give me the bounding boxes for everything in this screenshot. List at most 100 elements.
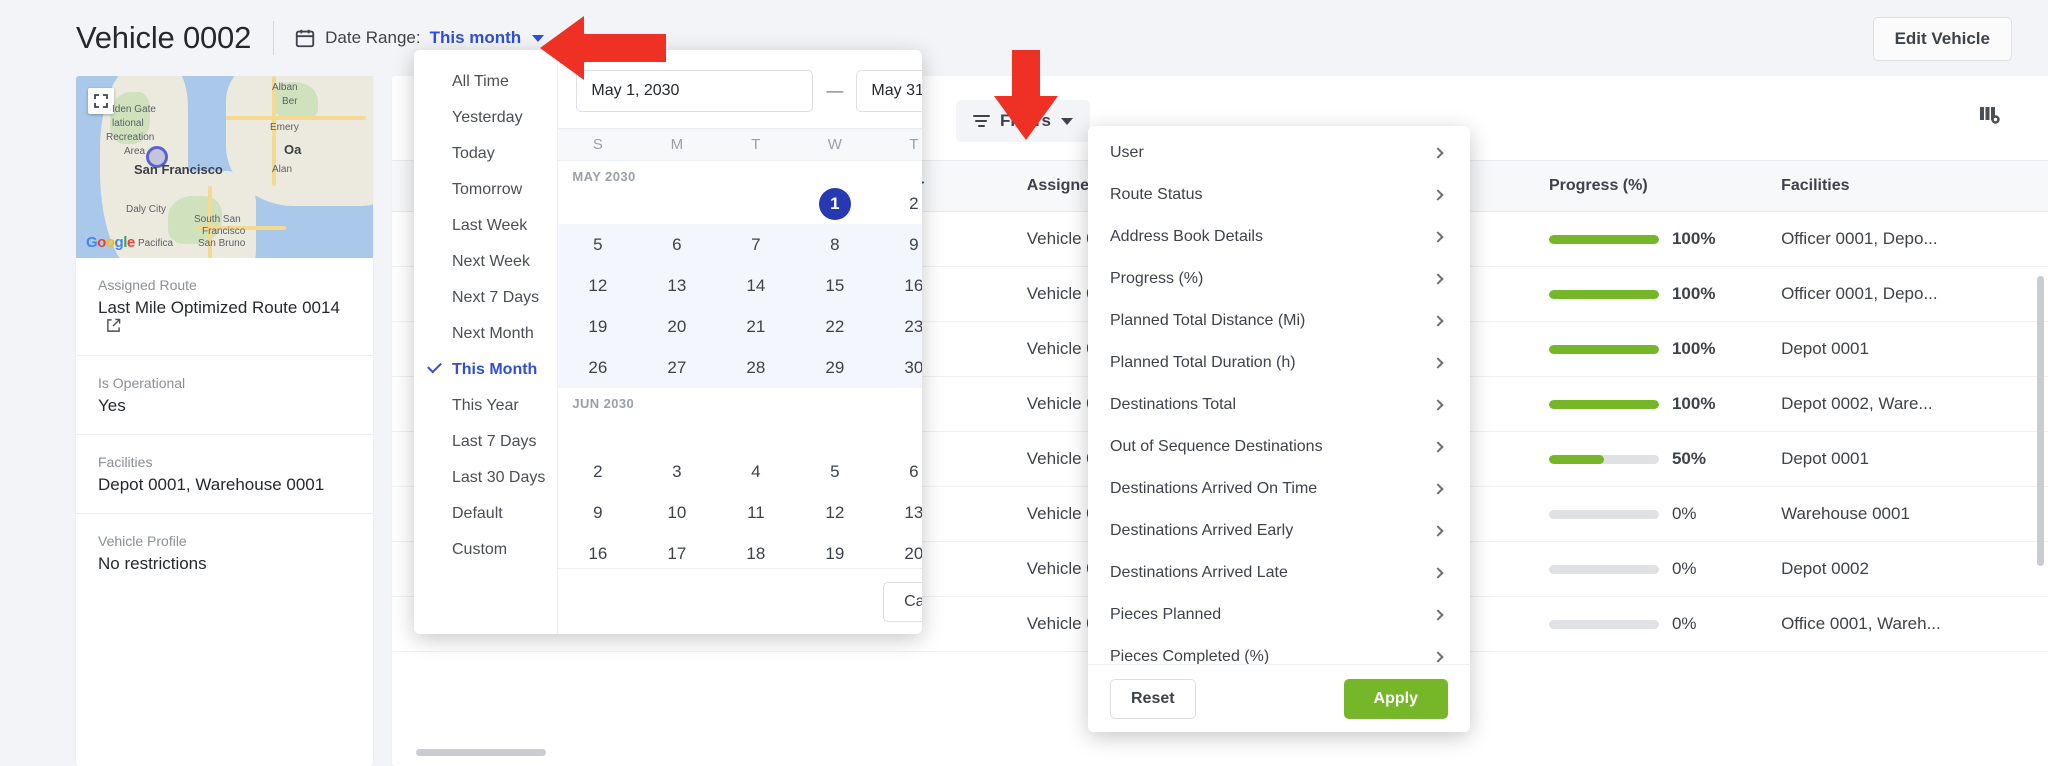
map-label: Emery <box>270 122 299 133</box>
map-label: Alan <box>272 164 292 175</box>
calendar-day[interactable]: 18 <box>716 533 795 568</box>
date-range-selector[interactable]: Date Range: This month <box>294 27 544 49</box>
external-link-icon[interactable] <box>106 318 121 333</box>
calendar-grid[interactable]: MAY 203012345678910111213141516171819202… <box>558 161 922 568</box>
date-preset-today[interactable]: Today <box>414 136 557 172</box>
calendar-day[interactable]: 9 <box>558 492 637 533</box>
calendar-day[interactable]: 7 <box>716 224 795 265</box>
calendar-day[interactable]: 2 <box>874 183 922 224</box>
date-preset-this-month[interactable]: This Month <box>414 352 557 388</box>
column-settings-icon[interactable] <box>1972 98 2008 132</box>
col-facilities[interactable]: Facilities <box>1781 161 2048 212</box>
calendar-day[interactable]: 21 <box>716 306 795 347</box>
calendar-day[interactable]: 26 <box>558 347 637 388</box>
horizontal-scrollbar[interactable] <box>416 749 546 756</box>
vertical-scrollbar[interactable] <box>2037 276 2044 566</box>
calendar-day[interactable]: 28 <box>716 347 795 388</box>
calendar-week: JUN 20301 <box>558 388 922 451</box>
calendar-day-empty <box>558 410 637 451</box>
date-preset-custom[interactable]: Custom <box>414 532 557 568</box>
calendar-day[interactable]: 16 <box>874 265 922 306</box>
calendar-day[interactable]: 19 <box>795 533 874 568</box>
calendar-day[interactable]: 20 <box>637 306 716 347</box>
date-preset-default[interactable]: Default <box>414 496 557 532</box>
date-preset-last-30-days[interactable]: Last 30 Days <box>414 460 557 496</box>
reset-filters-button[interactable]: Reset <box>1110 679 1196 719</box>
calendar-day[interactable]: 11 <box>716 492 795 533</box>
date-preset-tomorrow[interactable]: Tomorrow <box>414 172 557 208</box>
date-preset-next-month[interactable]: Next Month <box>414 316 557 352</box>
calendar-day[interactable]: 5 <box>795 451 874 492</box>
calendar-week: 262728293031 <box>558 347 922 388</box>
filter-menu-item-user[interactable]: User <box>1088 132 1470 174</box>
filter-menu-item-route-status[interactable]: Route Status <box>1088 174 1470 216</box>
calendar-day[interactable]: 5 <box>558 224 637 265</box>
calendar-day[interactable]: 29 <box>795 347 874 388</box>
filter-menu-item-destinations-arrived-on-time[interactable]: Destinations Arrived On Time <box>1088 468 1470 510</box>
calendar-week: 567891011 <box>558 224 922 265</box>
filter-menu-item-planned-total-distance-mi[interactable]: Planned Total Distance (Mi) <box>1088 300 1470 342</box>
date-range-value[interactable]: This month <box>430 28 522 48</box>
end-date-input[interactable] <box>856 70 922 112</box>
date-preset-label: All Time <box>452 73 509 90</box>
date-preset-this-year[interactable]: This Year <box>414 388 557 424</box>
calendar-day[interactable]: 10 <box>637 492 716 533</box>
filter-menu-item-planned-total-duration-h[interactable]: Planned Total Duration (h) <box>1088 342 1470 384</box>
calendar-day[interactable]: 13 <box>637 265 716 306</box>
expand-icon[interactable] <box>88 88 114 114</box>
calendar-day[interactable]: 6 <box>874 451 922 492</box>
progress-track <box>1549 290 1659 299</box>
calendar-week: 16171819202122 <box>558 533 922 568</box>
apply-filters-button[interactable]: Apply <box>1344 679 1448 719</box>
date-preset-last-7-days[interactable]: Last 7 Days <box>414 424 557 460</box>
cell-progress: 100% <box>1549 322 1781 377</box>
date-preset-yesterday[interactable]: Yesterday <box>414 100 557 136</box>
calendar-day[interactable]: 20 <box>874 533 922 568</box>
progress-track <box>1549 455 1659 464</box>
date-preset-next-week[interactable]: Next Week <box>414 244 557 280</box>
cell-progress: 0% <box>1549 597 1781 652</box>
cancel-button[interactable]: Cancel <box>883 582 922 622</box>
filter-menu-item-progress[interactable]: Progress (%) <box>1088 258 1470 300</box>
progress-track <box>1549 345 1659 354</box>
calendar-day[interactable]: 16 <box>558 533 637 568</box>
calendar-day[interactable]: 8 <box>795 224 874 265</box>
calendar-day[interactable]: 12 <box>558 265 637 306</box>
vehicle-field-label: Facilities <box>98 454 351 470</box>
filter-menu-item-pieces-planned[interactable]: Pieces Planned <box>1088 594 1470 636</box>
calendar-day[interactable]: 27 <box>637 347 716 388</box>
calendar-day[interactable]: 4 <box>716 451 795 492</box>
filter-menu-item-pieces-completed[interactable]: Pieces Completed (%) <box>1088 636 1470 664</box>
calendar-month-label: MAY 2030 <box>572 169 635 184</box>
vehicle-map-thumbnail[interactable]: Iden GatelationalRecreationAreaAlbanBerE… <box>76 76 373 258</box>
calendar-day[interactable]: 22 <box>795 306 874 347</box>
chevron-right-icon <box>1432 273 1443 284</box>
col-progress[interactable]: Progress (%) <box>1549 161 1781 212</box>
filter-menu-item-destinations-arrived-late[interactable]: Destinations Arrived Late <box>1088 552 1470 594</box>
calendar-day[interactable]: 14 <box>716 265 795 306</box>
date-preset-all-time[interactable]: All Time <box>414 64 557 100</box>
filter-menu-item-out-of-sequence-destinations[interactable]: Out of Sequence Destinations <box>1088 426 1470 468</box>
date-preset-next-7-days[interactable]: Next 7 Days <box>414 280 557 316</box>
calendar-day[interactable]: 15 <box>795 265 874 306</box>
filter-menu-item-address-book-details[interactable]: Address Book Details <box>1088 216 1470 258</box>
edit-vehicle-button[interactable]: Edit Vehicle <box>1873 17 2012 61</box>
calendar-day[interactable]: 23 <box>874 306 922 347</box>
map-label: Ber <box>282 96 298 107</box>
calendar-day[interactable]: 12 <box>795 492 874 533</box>
calendar-day[interactable]: 1 <box>795 183 874 224</box>
filter-menu-item-destinations-arrived-early[interactable]: Destinations Arrived Early <box>1088 510 1470 552</box>
calendar-day-empty <box>637 410 716 451</box>
filters-button[interactable]: Filters <box>956 100 1090 142</box>
calendar-day[interactable]: 9 <box>874 224 922 265</box>
calendar-day[interactable]: 2 <box>558 451 637 492</box>
calendar-day[interactable]: 6 <box>637 224 716 265</box>
calendar-day[interactable]: 17 <box>637 533 716 568</box>
start-date-input[interactable] <box>576 70 813 112</box>
date-preset-last-week[interactable]: Last Week <box>414 208 557 244</box>
calendar-day[interactable]: 30 <box>874 347 922 388</box>
calendar-day[interactable]: 19 <box>558 306 637 347</box>
filter-menu-item-destinations-total[interactable]: Destinations Total <box>1088 384 1470 426</box>
calendar-day[interactable]: 3 <box>637 451 716 492</box>
calendar-day[interactable]: 13 <box>874 492 922 533</box>
